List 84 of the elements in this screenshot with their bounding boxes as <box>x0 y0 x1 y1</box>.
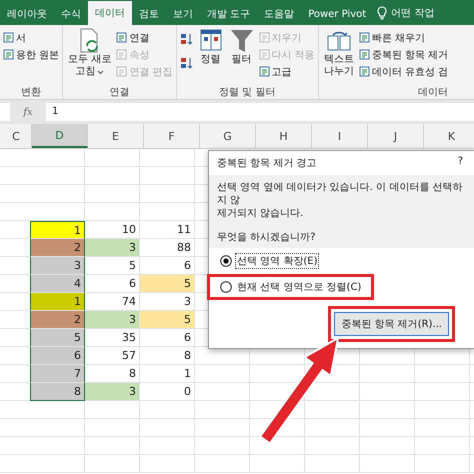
radio-button[interactable] <box>220 281 232 293</box>
column-header[interactable]: H <box>256 124 312 148</box>
ribbon-tab[interactable]: 레이아웃 <box>0 3 54 25</box>
table-cell: 1 <box>30 293 85 311</box>
ribbon-tab[interactable]: 보기 <box>166 3 200 25</box>
table-cell: 5 <box>85 257 140 275</box>
table-cell: 88 <box>140 239 195 257</box>
table-cell: 5 <box>30 329 85 347</box>
document-icon <box>258 49 270 60</box>
radio-label[interactable]: 현재 선택 영역으로 정렬(C) <box>235 279 364 295</box>
table-cell: 6 <box>30 347 85 365</box>
group-label: 연결 <box>108 86 130 99</box>
document-icon <box>116 66 128 77</box>
tell-me-field[interactable]: 어떤 작업 <box>391 3 434 25</box>
ribbon-large-button[interactable]: 텍스트 나누기 <box>322 28 356 78</box>
table-cell: 57 <box>85 347 140 365</box>
document-icon <box>358 66 370 77</box>
document-icon <box>116 32 128 43</box>
insert-function-button[interactable]: fx <box>14 106 42 118</box>
ribbon-large-button[interactable]: 모두 새로 고침 <box>66 28 114 78</box>
group-label: 데이터 <box>417 86 448 99</box>
table-cell: 3 <box>85 239 140 257</box>
column-header[interactable]: I <box>312 124 368 148</box>
table-cell: 7 <box>30 365 85 383</box>
document-icon <box>358 32 370 43</box>
ribbon-command[interactable]: 중복된 항목 제거 <box>358 47 448 62</box>
ribbon-large-button[interactable]: 정렬 <box>196 28 225 66</box>
ribbon-command[interactable]: 연결 <box>116 30 173 45</box>
table-cell: 35 <box>85 329 140 347</box>
table-cell: 3 <box>85 311 140 329</box>
remove-duplicates-button[interactable]: 중복된 항목 제거(R)... <box>334 312 449 336</box>
ribbon-large-button[interactable]: 필터 <box>228 28 256 66</box>
dialog-message: 선택 영역 옆에 데이터가 있습니다. 이 데이터를 선택하지 않 <box>217 181 464 207</box>
table-cell: 0 <box>140 383 195 401</box>
document-icon <box>358 49 370 60</box>
table-cell: 5 <box>140 311 195 329</box>
table-cell: 8 <box>140 347 195 365</box>
caret-icon <box>97 70 104 74</box>
ribbon-tab[interactable]: 검토 <box>132 3 166 25</box>
table-cell: 4 <box>30 275 85 293</box>
dialog-question: 무엇을 하시겠습니까? <box>209 224 474 248</box>
group-label: 변환 <box>20 86 42 99</box>
column-header[interactable]: E <box>88 124 144 148</box>
column-header[interactable]: K <box>424 124 474 148</box>
table-cell: 2 <box>30 311 85 329</box>
ribbon-tab[interactable]: 수식 <box>54 3 88 25</box>
dialog-message: 제거되지 않습니다. <box>217 207 304 220</box>
radio-button[interactable] <box>220 255 232 267</box>
ribbon-command[interactable]: 용한 원본 <box>3 47 60 62</box>
ribbon-tab[interactable]: 데이터 <box>88 1 132 25</box>
group-label: 정렬 및 필터 <box>218 86 276 99</box>
ribbon-tab[interactable]: Power Pivot <box>301 3 374 25</box>
column-header[interactable]: G <box>200 124 256 148</box>
sort-ascending-icon[interactable] <box>180 32 194 46</box>
document-icon <box>3 32 14 43</box>
table-cell: 6 <box>140 329 195 347</box>
help-button[interactable]: ? <box>458 156 463 170</box>
document-icon <box>258 66 270 77</box>
sort-descending-icon[interactable] <box>180 56 194 70</box>
document-icon <box>116 49 128 60</box>
document-icon <box>258 32 270 43</box>
ribbon-tab[interactable]: 도움말 <box>257 3 302 25</box>
lightbulb-icon[interactable] <box>377 6 388 20</box>
table-cell: 5 <box>140 275 195 293</box>
ribbon-command[interactable]: 고급 <box>258 64 315 79</box>
dialog-title: 중복된 항목 제거 경고 <box>217 157 317 170</box>
table-cell: 11 <box>140 221 195 239</box>
ribbon-command[interactable]: 빠른 채우기 <box>358 30 448 45</box>
table-cell: 1 <box>30 221 85 239</box>
formula-input[interactable]: 1 <box>46 103 474 121</box>
column-header[interactable]: D <box>32 124 88 148</box>
table-cell: 1 <box>140 365 195 383</box>
ribbon-tab[interactable]: 개발 도구 <box>200 3 258 25</box>
filter-icon <box>230 28 254 54</box>
radio-label[interactable]: 선택 영역 확장(E) <box>235 253 320 269</box>
ribbon-command[interactable]: 서 <box>3 30 60 45</box>
document-icon <box>3 49 14 60</box>
ribbon-command[interactable]: 데이터 유효성 검 <box>358 64 448 79</box>
column-header[interactable]: F <box>144 124 200 148</box>
table-cell: 3 <box>30 257 85 275</box>
column-header[interactable]: J <box>368 124 424 148</box>
table-cell: 8 <box>30 383 85 401</box>
table-cell: 3 <box>85 383 140 401</box>
table-cell: 2 <box>30 239 85 257</box>
